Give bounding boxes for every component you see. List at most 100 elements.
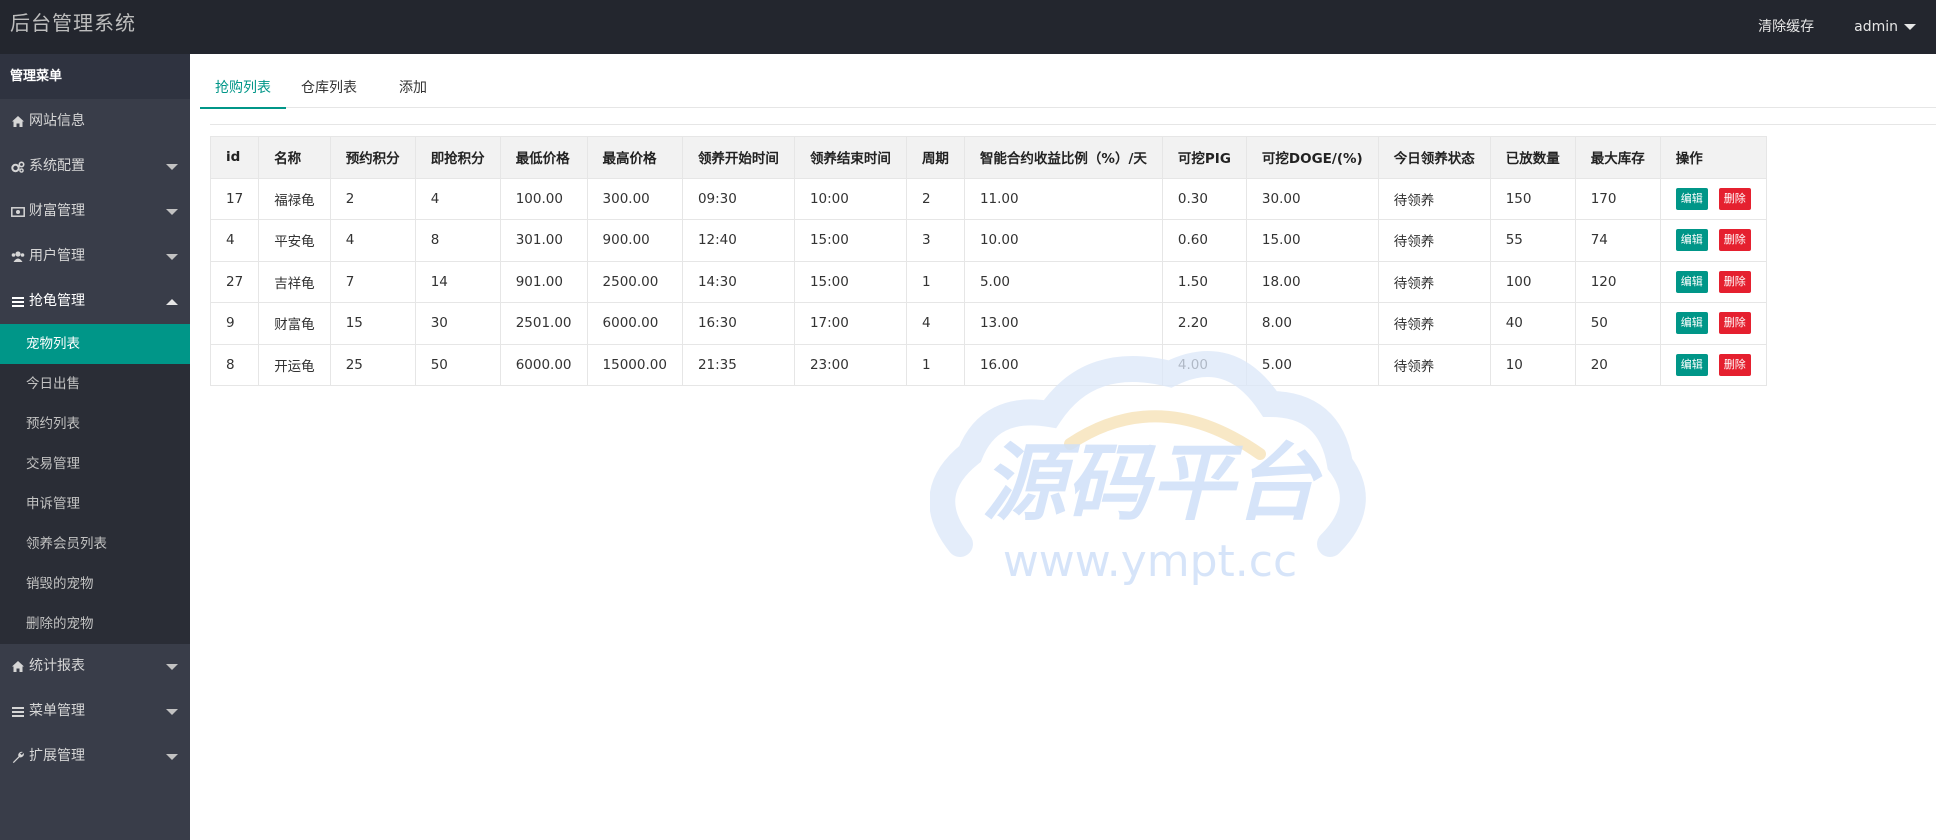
sub-item-appeal-management[interactable]: 申诉管理 xyxy=(0,484,190,524)
table-cell: 2501.00 xyxy=(499,302,588,345)
table-cell: 6000.00 xyxy=(586,302,683,345)
edit-button[interactable]: 编辑 xyxy=(1675,229,1708,252)
edit-button[interactable]: 编辑 xyxy=(1675,353,1708,376)
table-cell: 3 xyxy=(905,219,965,262)
table-cell: 11.00 xyxy=(963,177,1163,220)
table-cell: 7 xyxy=(329,260,416,303)
delete-button[interactable]: 删除 xyxy=(1718,270,1751,293)
table-cell: 0.30 xyxy=(1161,177,1247,220)
table-cell: 1 xyxy=(905,343,965,386)
tab-bar: 抢购列表 仓库列表 添加 xyxy=(200,68,1936,109)
sidebar-item-label: 抢龟管理 xyxy=(29,293,85,309)
tab-rush-list[interactable]: 抢购列表 xyxy=(200,68,286,109)
table-cell: 1.50 xyxy=(1161,260,1247,303)
table-cell: 财富龟 xyxy=(258,302,331,345)
col-header: 可挖DOGE/(%) xyxy=(1245,136,1379,179)
sub-item-today-sale[interactable]: 今日出售 xyxy=(0,364,190,404)
table-row: 8 开运龟 25 50 6000.00 15000.00 21:35 23:00 1 16.00 4… xyxy=(209,343,1767,386)
sidebar-item-turtle-management[interactable]: 抢龟管理 xyxy=(0,279,190,324)
table-cell: 12:40 xyxy=(681,219,795,262)
table-cell: 170 xyxy=(1574,177,1661,220)
actions-cell: 编辑 删除 xyxy=(1659,260,1767,303)
sub-item-pet-list[interactable]: 宠物列表 xyxy=(0,324,190,364)
tab-add[interactable]: 添加 xyxy=(384,68,442,108)
table-row: 4 平安龟 4 8 301.00 900.00 12:40 15:00 3 10.00 0.60 15… xyxy=(209,219,1767,262)
col-header: 名称 xyxy=(258,136,331,179)
table-cell: 50 xyxy=(1574,302,1661,345)
edit-button[interactable]: 编辑 xyxy=(1675,187,1708,210)
sidebar-item-label: 统计报表 xyxy=(29,658,85,674)
pet-table: id 名称 预约积分 即抢积分 最低价格 最高价格 领养开始时间 领养结束时间 … xyxy=(209,136,1767,386)
sub-item-deleted-pets[interactable]: 删除的宠物 xyxy=(0,604,190,644)
table-cell: 20 xyxy=(1574,343,1661,386)
edit-button[interactable]: 编辑 xyxy=(1675,270,1708,293)
money-icon xyxy=(10,205,25,219)
top-header: 后台管理系统 清除缓存 admin xyxy=(0,0,1936,54)
table-cell: 待领养 xyxy=(1377,343,1491,386)
actions-cell: 编辑 删除 xyxy=(1659,343,1767,386)
home-icon xyxy=(10,115,25,129)
list-icon xyxy=(10,295,25,309)
sidebar-item-reports[interactable]: 统计报表 xyxy=(0,644,190,689)
table-cell: 15:00 xyxy=(793,260,907,303)
sub-item-adopter-list[interactable]: 领养会员列表 xyxy=(0,524,190,564)
col-header: 今日领养状态 xyxy=(1377,136,1491,179)
table-cell: 301.00 xyxy=(499,219,588,262)
table-cell: 900.00 xyxy=(586,219,683,262)
sidebar-title: 管理菜单 xyxy=(0,54,190,99)
table-cell: 50 xyxy=(414,343,501,386)
sidebar-item-label: 网站信息 xyxy=(29,113,85,129)
sub-item-reservation-list[interactable]: 预约列表 xyxy=(0,404,190,444)
table-cell: 15000.00 xyxy=(586,343,683,386)
table-body: 17 福禄龟 2 4 100.00 300.00 09:30 10:00 2 11.00 0.30 3… xyxy=(209,177,1767,386)
table-cell: 8 xyxy=(209,343,260,386)
sidebar-item-wealth[interactable]: 财富管理 xyxy=(0,189,190,234)
table-cell: 16:30 xyxy=(681,302,795,345)
chevron-up-icon xyxy=(166,299,178,305)
chevron-down-icon xyxy=(166,254,178,260)
wrench-icon xyxy=(10,750,25,764)
submenu: 宠物列表 今日出售 预约列表 交易管理 申诉管理 领养会员列表 销毁的宠物 删除… xyxy=(0,324,190,644)
col-header: 领养结束时间 xyxy=(793,136,907,179)
table-cell: 10 xyxy=(1489,343,1576,386)
table-cell: 55 xyxy=(1489,219,1576,262)
col-header: 智能合约收益比例（%）/天 xyxy=(963,136,1163,179)
table-cell: 21:35 xyxy=(681,343,795,386)
sub-item-trade-management[interactable]: 交易管理 xyxy=(0,444,190,484)
table-cell: 17:00 xyxy=(793,302,907,345)
delete-button[interactable]: 删除 xyxy=(1718,229,1751,252)
sidebar-item-system-config[interactable]: 系统配置 xyxy=(0,144,190,189)
col-header: 周期 xyxy=(905,136,965,179)
table-cell: 4 xyxy=(905,302,965,345)
delete-button[interactable]: 删除 xyxy=(1718,312,1751,335)
table-cell: 74 xyxy=(1574,219,1661,262)
sub-item-destroyed-pets[interactable]: 销毁的宠物 xyxy=(0,564,190,604)
actions-cell: 编辑 删除 xyxy=(1659,302,1767,345)
tab-warehouse-list[interactable]: 仓库列表 xyxy=(286,68,372,108)
edit-button[interactable]: 编辑 xyxy=(1675,312,1708,335)
table-row: 9 财富龟 15 30 2501.00 6000.00 16:30 17:00 4 13.00 2.… xyxy=(209,302,1767,345)
table-cell: 2 xyxy=(905,177,965,220)
table-cell: 待领养 xyxy=(1377,260,1491,303)
divider xyxy=(210,124,1936,125)
sidebar-item-extensions[interactable]: 扩展管理 xyxy=(0,734,190,779)
table-cell: 18.00 xyxy=(1245,260,1379,303)
clear-cache-link[interactable]: 清除缓存 xyxy=(1738,4,1834,50)
sidebar-item-label: 系统配置 xyxy=(29,158,85,174)
table-cell: 150 xyxy=(1489,177,1576,220)
sidebar-item-site-info[interactable]: 网站信息 xyxy=(0,99,190,144)
sidebar-item-label: 扩展管理 xyxy=(29,748,85,764)
chevron-down-icon xyxy=(166,664,178,670)
table-cell: 开运龟 xyxy=(258,343,331,386)
users-icon xyxy=(10,250,25,264)
delete-button[interactable]: 删除 xyxy=(1718,187,1751,210)
col-header: 已放数量 xyxy=(1489,136,1576,179)
delete-button[interactable]: 删除 xyxy=(1718,353,1751,376)
table-cell: 25 xyxy=(329,343,416,386)
table-cell: 30 xyxy=(414,302,501,345)
sidebar-item-menu-management[interactable]: 菜单管理 xyxy=(0,689,190,734)
user-menu[interactable]: admin xyxy=(1834,4,1936,50)
table-cell: 8.00 xyxy=(1245,302,1379,345)
actions-cell: 编辑 删除 xyxy=(1659,177,1767,220)
sidebar-item-users[interactable]: 用户管理 xyxy=(0,234,190,279)
